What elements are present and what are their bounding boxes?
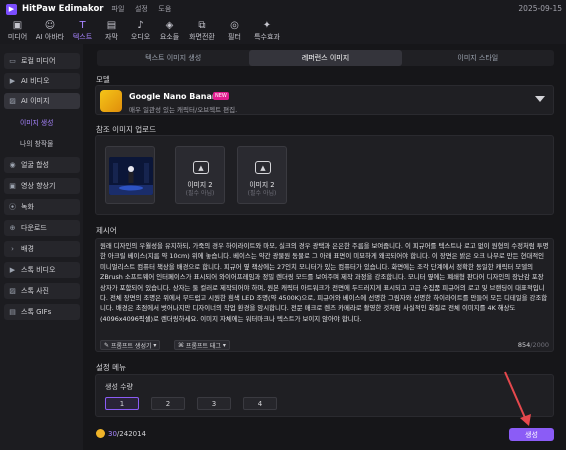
transition-icon: ⧉ [198,20,206,31]
ai-image-icon: ▨ [9,97,16,105]
tool-effects[interactable]: ✦ 특수효과 [250,20,284,44]
media-icon: ▣ [12,20,23,31]
sidebar: ▭ 로컬 미디어 ▶ AI 비디오 ▨ AI 이미지 이미지 생성 나의 창작물 ◉ 얼… [0,44,83,450]
count-option-1[interactable]: 1 [105,397,139,410]
text-icon: T [79,20,86,31]
uploaded-image-thumbnail [109,157,153,195]
tab-image-style[interactable]: 이미지 스타일 [402,50,554,66]
sparkle-icon: ✎ [104,341,111,349]
reference-image-2-slot[interactable]: ▲ 이미지 2 (필수 아님) [175,146,225,204]
sidebar-item-ai-video[interactable]: ▶ AI 비디오 [4,73,80,89]
tool-elements[interactable]: ◈ 요소들 [156,20,183,44]
tab-reference-image[interactable]: 레퍼런스 이미지 [249,50,402,66]
tool-ai-avatar[interactable]: ☺ AI 아바타 [33,20,67,44]
stock-photo-icon: ▨ [9,287,16,295]
sidebar-item-local-media[interactable]: ▭ 로컬 미디어 [4,53,80,69]
settings-panel: 생성 수량 1 2 3 4 [95,374,554,417]
tool-filter[interactable]: ◎ 필터 [221,20,248,44]
image-upload-icon: ▲ [193,161,209,174]
figure-scene-image [109,157,153,195]
prompt-tag-button[interactable]: ⌘ 프롬프트 태그 ▾ [174,340,230,350]
tool-subtitle[interactable]: ▤ 자막 [98,20,125,44]
count-option-4[interactable]: 4 [243,397,277,410]
menu-settings[interactable]: 설정 [135,5,148,13]
generation-count-label: 생성 수량 [105,383,133,391]
sidebar-item-record[interactable]: ⦿ 녹화 [4,199,80,215]
model-description: 매우 일관성 있는 캐릭터/오브젝트 편집. [129,106,238,114]
prompt-char-counter: 854/2000 [517,341,549,349]
main-panel: 텍스트 이미지 생성 레퍼런스 이미지 이미지 스타일 모델 Google Na… [89,44,566,450]
reference-image-1[interactable] [105,146,155,204]
menu-bar: 파일 설정 도움 [112,4,180,14]
slot-optional-note: (필수 아님) [247,190,277,197]
model-selector[interactable]: Google Nano Banana NEW 매우 일관성 있는 캐릭터/오브젝… [95,85,554,115]
slot-optional-note: (필수 아님) [185,190,215,197]
tag-icon: ⌘ [178,341,186,349]
gif-icon: ▤ [9,308,16,316]
tool-text[interactable]: T 텍스트 [69,20,96,44]
banana-model-icon [100,90,122,112]
face-icon: ◉ [9,161,16,169]
folder-icon: ▭ [9,57,16,65]
credit-balance: 30/242014 [96,429,146,438]
chevron-right-icon: › [11,245,14,253]
audio-icon: ♪ [137,20,144,31]
generate-button[interactable]: 생성 [509,428,554,441]
sidebar-subitem-image-generate[interactable]: 이미지 생성 [10,115,80,129]
sidebar-subitem-my-creations[interactable]: 나의 창작물 [10,136,80,150]
credits-used: 30 [108,429,117,438]
image-upload-icon: ▲ [255,161,271,174]
enhance-icon: ▣ [9,182,16,190]
credits-total: /242014 [116,429,147,438]
tool-transition[interactable]: ⧉ 화면전환 [185,20,219,44]
date-label: 2025-09-15 [518,4,562,13]
menu-help[interactable]: 도움 [158,5,171,13]
model-section-title: 모델 [96,75,110,84]
elements-icon: ◈ [165,20,174,31]
sidebar-item-stock-gifs[interactable]: ▤ 스톡 GIFs [4,304,80,320]
mode-tabs: 텍스트 이미지 생성 레퍼런스 이미지 이미지 스타일 [97,50,554,66]
stock-video-icon: ▶ [9,266,16,274]
sidebar-item-background[interactable]: › 배경 [4,241,80,257]
prompt-generator-button[interactable]: ✎ 프롬프트 생성기 ▾ [100,340,161,350]
reference-upload-area: ▲ 이미지 2 (필수 아님) ▲ 이미지 2 (필수 아님) [95,135,554,215]
avatar-icon: ☺ [44,20,56,31]
filter-icon: ◎ [230,20,239,31]
title-bar: ▶ HitPaw Edimakor 파일 설정 도움 2025-09-15 [0,0,566,18]
tool-audio[interactable]: ♪ 오디오 [127,20,154,44]
chevron-down-icon: ▾ [151,341,157,349]
app-name: HitPaw Edimakor [22,4,104,14]
count-option-2[interactable]: 2 [151,397,185,410]
model-name: Google Nano Banana [129,92,223,101]
sidebar-item-video-enhancer[interactable]: ▣ 영상 향상기 [4,178,80,194]
download-icon: ⊕ [9,224,16,232]
menu-file[interactable]: 파일 [112,5,125,13]
coin-icon [96,429,105,438]
sidebar-item-stock-photo[interactable]: ▨ 스톡 사진 [4,283,80,299]
new-badge: NEW [213,92,229,100]
reference-section-title: 참조 이미지 업로드 [96,125,156,134]
chevron-down-icon[interactable] [535,96,545,102]
chevron-down-icon: ▾ [220,341,226,349]
ai-video-icon: ▶ [9,77,16,85]
app-logo-icon: ▶ [6,3,17,15]
prompt-text[interactable]: 원래 디자인의 우월성을 유지하되, 가죽의 경우 하이라이트와 마모, 실크의… [100,241,550,337]
prompt-section-title: 제시어 [96,226,117,235]
count-option-3[interactable]: 3 [197,397,231,410]
sidebar-item-stock-video[interactable]: ▶ 스톡 비디오 [4,262,80,278]
sidebar-item-ai-image[interactable]: ▨ AI 이미지 [4,93,80,109]
settings-section-title: 설정 메뉴 [96,363,126,372]
sidebar-item-download[interactable]: ⊕ 다운로드 [4,220,80,236]
prompt-textarea[interactable]: 원래 디자인의 우월성을 유지하되, 가죽의 경우 하이라이트와 마모, 실크의… [95,238,554,352]
top-toolbar: ▣ 미디어 ☺ AI 아바타 T 텍스트 ▤ 자막 ♪ 오디오 ◈ 요소들 ⧉ 화면전환 ◎ 필… [0,18,566,44]
sidebar-item-face-swap[interactable]: ◉ 얼굴 합성 [4,157,80,173]
effects-icon: ✦ [262,20,272,31]
record-icon: ⦿ [9,203,16,211]
tool-media[interactable]: ▣ 미디어 [4,20,31,44]
subtitle-icon: ▤ [106,20,117,31]
tab-text-to-image[interactable]: 텍스트 이미지 생성 [97,50,249,66]
reference-image-3-slot[interactable]: ▲ 이미지 2 (필수 아님) [237,146,287,204]
